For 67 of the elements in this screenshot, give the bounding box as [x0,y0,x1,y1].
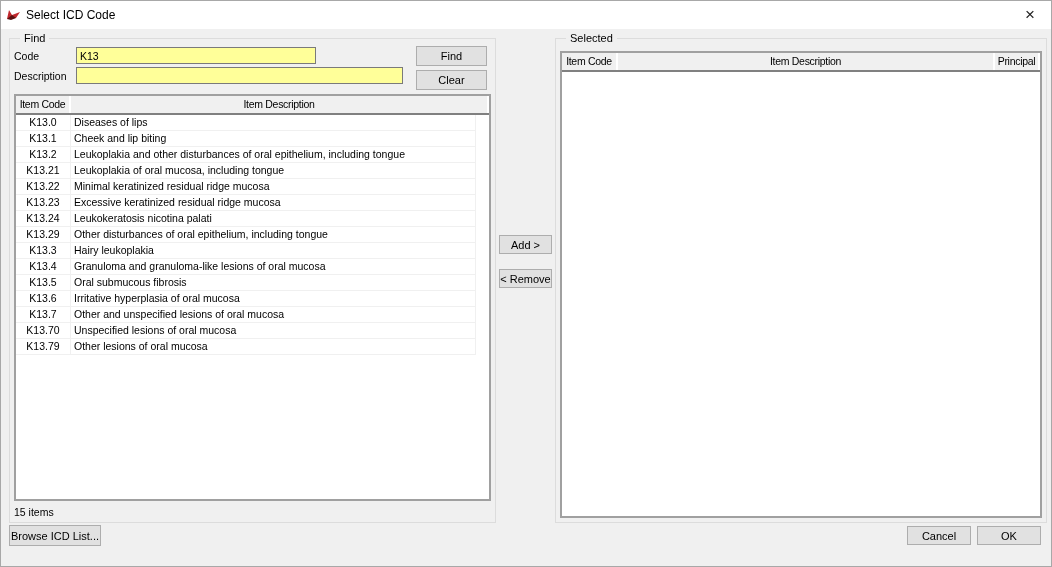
field-label: Description [14,69,68,82]
table-row[interactable]: K13.23 Excessive keratinized residual ridge mucosa [16,195,476,211]
button[interactable]: Browse ICD List... [9,525,101,546]
column-header[interactable]: Item Description [618,53,995,70]
table-cell: Other disturbances of oral epithelium, including tongue [71,227,476,242]
table-row[interactable]: K13.7 Other and unspecified lesions of oral mucosa [16,307,476,323]
table-row[interactable]: K13.79 Other lesions of oral mucosa [16,339,476,355]
table-cell: Cheek and lip biting [71,131,476,146]
table-cell: K13.2 [16,147,71,162]
table-cell: K13.79 [16,339,71,354]
table-cell: K13.6 [16,291,71,306]
close-button[interactable]: × [1015,5,1045,25]
table-cell: K13.0 [16,115,71,130]
app-icon [7,9,21,21]
group-label: Selected [569,32,614,44]
column-header[interactable]: Item Code [562,53,618,70]
table-cell: K13.24 [16,211,71,226]
table-cell: K13.23 [16,195,71,210]
status-text: 15 items [14,505,55,518]
field-label: Code [14,49,41,62]
button[interactable]: Cancel [907,526,971,545]
table-row[interactable]: K13.4 Granuloma and granuloma-like lesions of oral mucosa [16,259,476,275]
table-cell: K13.29 [16,227,71,242]
table-row[interactable]: K13.22 Minimal keratinized residual ridge mucosa [16,179,476,195]
table-row[interactable]: K13.3 Hairy leukoplakia [16,243,476,259]
column-header[interactable]: Item Code [16,96,71,113]
button[interactable]: Find [416,46,487,66]
table-cell: K13.3 [16,243,71,258]
group-label: Find [23,32,47,44]
table-cell: Excessive keratinized residual ridge mucosa [71,195,476,210]
table-row[interactable]: K13.29 Other disturbances of oral epithelium, including tongue [16,227,476,243]
window-title: Select ICD Code [26,8,117,22]
button[interactable]: Add > [499,235,552,254]
table-cell: Minimal keratinized residual ridge mucosa [71,179,476,194]
table-row[interactable]: K13.24 Leukokeratosis nicotina palati [16,211,476,227]
table-cell: Leukoplakia of oral mucosa, including tongue [71,163,476,178]
table-row[interactable]: K13.0 Diseases of lips [16,115,476,131]
table-cell: Irritative hyperplasia of oral mucosa [71,291,476,306]
column-header[interactable]: Item Description [71,96,489,113]
table-row[interactable]: K13.5 Oral submucous fibrosis [16,275,476,291]
table-row[interactable]: K13.1 Cheek and lip biting [16,131,476,147]
input-field[interactable]: K13 [76,47,316,64]
table-row[interactable]: K13.6 Irritative hyperplasia of oral mucosa [16,291,476,307]
table-cell: Leukoplakia and other disturbances of oral epithelium, including tongue [71,147,476,162]
table-cell: K13.7 [16,307,71,322]
table-row[interactable]: K13.21 Leukoplakia of oral mucosa, including tongue [16,163,476,179]
button[interactable]: < Remove [499,269,552,288]
table-cell: K13.4 [16,259,71,274]
table-cell: Hairy leukoplakia [71,243,476,258]
input-field[interactable] [76,67,403,84]
table-cell: Other and unspecified lesions of oral mucosa [71,307,476,322]
button[interactable]: OK [977,526,1041,545]
table-cell: Leukokeratosis nicotina palati [71,211,476,226]
table-cell: Diseases of lips [71,115,476,130]
table-cell: Other lesions of oral mucosa [71,339,476,354]
table-cell: K13.5 [16,275,71,290]
table-cell: Unspecified lesions of oral mucosa [71,323,476,338]
table-cell: Oral submucous fibrosis [71,275,476,290]
table-cell: K13.22 [16,179,71,194]
table-cell: K13.70 [16,323,71,338]
table-cell: K13.1 [16,131,71,146]
table-row[interactable]: K13.2 Leukoplakia and other disturbances of oral epithelium, including tongue [16,147,476,163]
column-header[interactable]: Principal [995,53,1040,70]
table-cell: Granuloma and granuloma-like lesions of oral mucosa [71,259,476,274]
button[interactable]: Clear [416,70,487,90]
table-cell: K13.21 [16,163,71,178]
table-row[interactable]: K13.70 Unspecified lesions of oral mucosa [16,323,476,339]
